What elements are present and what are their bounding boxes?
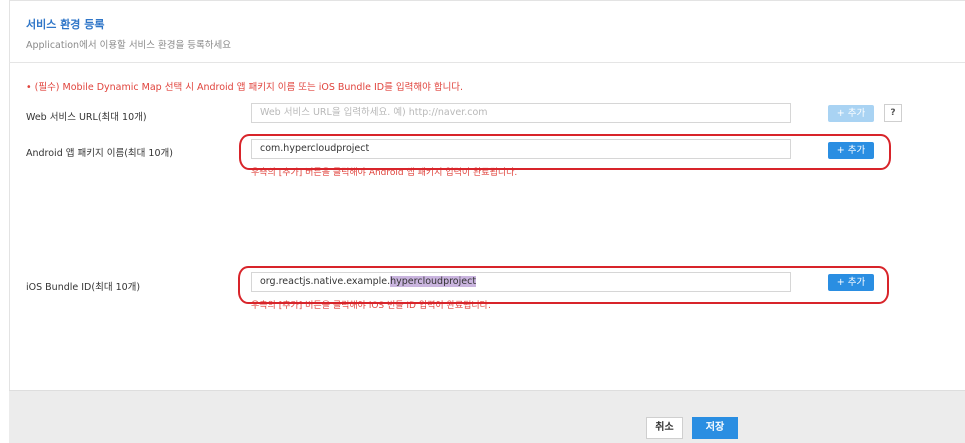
page-subtitle: Application에서 이용할 서비스 환경을 등록하세요	[26, 40, 231, 51]
web-url-label: Web 서비스 URL(최대 10개)	[26, 112, 147, 123]
required-notice: • (필수) Mobile Dynamic Map 선택 시 Android 앱…	[26, 82, 464, 93]
ios-hint: 우측의 [추가] 버튼을 클릭해야 iOS 번들 ID 입력이 완료됩니다.	[251, 301, 491, 311]
cancel-button[interactable]: 취소	[646, 417, 683, 439]
help-icon[interactable]: ?	[884, 104, 902, 122]
android-package-label: Android 앱 패키지 이름(최대 10개)	[26, 148, 173, 159]
android-package-input[interactable]: com.hypercloudproject	[251, 139, 791, 159]
web-url-placeholder: Web 서비스 URL을 입력하세요. 예) http://naver.com	[260, 107, 488, 118]
web-url-add-button[interactable]: + 추가	[828, 105, 874, 122]
header-divider	[9, 62, 965, 63]
ios-bundle-label: iOS Bundle ID(최대 10개)	[26, 282, 141, 293]
page-title: 서비스 환경 등록	[26, 18, 105, 31]
web-url-input[interactable]: Web 서비스 URL을 입력하세요. 예) http://naver.com	[251, 103, 791, 123]
ios-add-button[interactable]: + 추가	[828, 274, 874, 291]
ios-bundle-value-selected: hypercloudproject	[390, 276, 477, 287]
android-add-button[interactable]: + 추가	[828, 142, 874, 159]
save-button[interactable]: 저장	[692, 417, 738, 439]
ios-bundle-value-prefix: org.reactjs.native.example.	[260, 276, 391, 287]
service-environment-panel	[9, 0, 965, 443]
android-package-value: com.hypercloudproject	[260, 143, 370, 154]
footer-bar	[9, 390, 965, 443]
ios-bundle-input[interactable]: org.reactjs.native.example.hypercloudpro…	[251, 272, 791, 292]
android-hint: 우측의 [추가] 버튼을 클릭해야 Android 앱 패키지 입력이 완료됩니…	[251, 168, 518, 178]
